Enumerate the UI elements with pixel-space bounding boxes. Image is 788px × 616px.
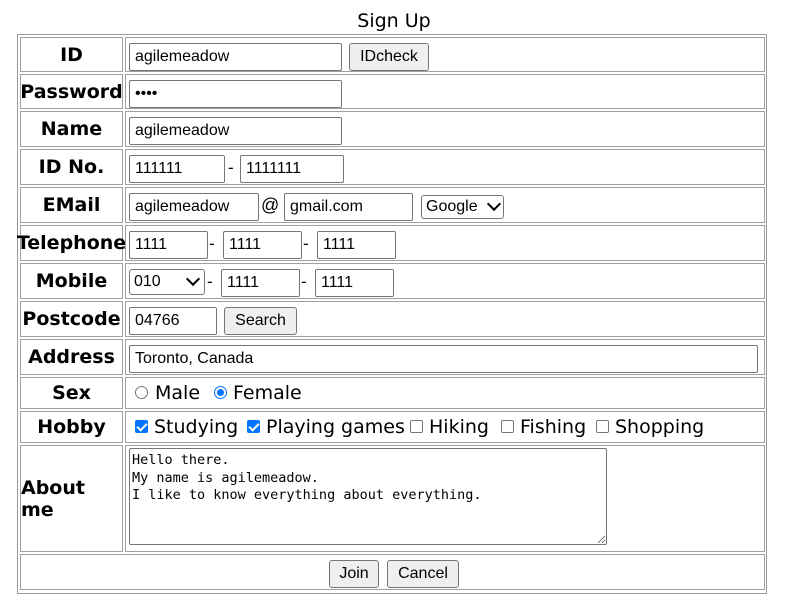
mobile-prefix-select[interactable]: 010 <box>129 269 205 295</box>
sex-field-cell: Male Female <box>125 377 765 409</box>
idno-second-input[interactable] <box>240 155 344 183</box>
postcode-input[interactable] <box>129 307 217 335</box>
idno-label: ID No. <box>20 149 123 185</box>
hobby-hiking-checkbox[interactable] <box>410 420 423 433</box>
about-field-cell: Hello there. My name is agilemeadow. I l… <box>125 445 765 552</box>
telephone-dash-2: - <box>303 234 309 253</box>
email-domain-input[interactable] <box>284 193 413 221</box>
hobby-label: Hobby <box>20 411 123 443</box>
name-input[interactable] <box>129 117 342 145</box>
id-input[interactable] <box>129 43 342 71</box>
idno-first-input[interactable] <box>129 155 225 183</box>
postcode-label: Postcode <box>20 301 123 337</box>
about-label: About me <box>20 445 123 552</box>
postcode-search-button[interactable]: Search <box>224 307 297 335</box>
telephone-dash-1: - <box>209 234 215 253</box>
hobby-playing-games-label: Playing games <box>266 416 405 438</box>
chevron-down-icon <box>185 271 201 287</box>
hobby-fishing-checkbox[interactable] <box>501 420 514 433</box>
chevron-down-icon <box>486 196 502 212</box>
email-user-input[interactable] <box>129 193 259 221</box>
email-label: EMail <box>20 187 123 223</box>
cancel-button[interactable]: Cancel <box>387 560 459 588</box>
join-button[interactable]: Join <box>329 560 379 588</box>
idno-dash: - <box>228 158 234 177</box>
address-input[interactable] <box>129 345 758 373</box>
telephone-part2-input[interactable] <box>223 231 302 259</box>
signup-form-table: ID IDcheck Password Name ID No. - EMail … <box>17 34 767 594</box>
password-field-cell <box>125 74 765 109</box>
idno-field-cell: - <box>125 149 765 185</box>
name-label: Name <box>20 111 123 147</box>
mobile-label: Mobile <box>20 263 123 299</box>
telephone-part1-input[interactable] <box>129 231 208 259</box>
sex-female-radio[interactable] <box>214 386 227 399</box>
postcode-field-cell: Search <box>125 301 765 337</box>
mobile-field-cell: 010 - - <box>125 263 765 299</box>
mobile-dash-2: - <box>301 272 307 291</box>
mobile-prefix-value: 010 <box>134 273 161 290</box>
page-title: Sign Up <box>357 10 431 32</box>
address-label: Address <box>20 339 123 375</box>
hobby-playing-games-checkbox[interactable] <box>247 420 260 433</box>
about-me-textarea[interactable]: Hello there. My name is agilemeadow. I l… <box>129 448 607 545</box>
hobby-field-cell: Studying Playing games Hiking Fishing Sh… <box>125 411 765 443</box>
hobby-shopping-label: Shopping <box>615 416 705 438</box>
telephone-part3-input[interactable] <box>317 231 396 259</box>
sex-male-label: Male <box>155 382 201 404</box>
id-field-cell: IDcheck <box>125 37 765 72</box>
id-label: ID <box>20 37 123 72</box>
hobby-studying-label: Studying <box>154 416 239 438</box>
hobby-studying-checkbox[interactable] <box>135 420 148 433</box>
address-field-cell <box>125 339 765 375</box>
mobile-part3-input[interactable] <box>315 269 394 297</box>
sex-label: Sex <box>20 377 123 409</box>
sex-male-radio[interactable] <box>135 386 148 399</box>
email-at-sign: @ <box>261 195 280 215</box>
actions-cell: Join Cancel <box>20 554 765 590</box>
sex-female-label: Female <box>233 382 302 404</box>
password-label: Password <box>20 74 123 109</box>
telephone-label: Telephone <box>17 225 126 261</box>
password-input[interactable] <box>129 80 342 108</box>
mobile-part2-input[interactable] <box>221 269 300 297</box>
idcheck-button[interactable]: IDcheck <box>349 43 429 71</box>
email-provider-select[interactable]: Google <box>421 195 504 219</box>
hobby-fishing-label: Fishing <box>520 416 587 438</box>
mobile-dash-1: - <box>207 272 213 291</box>
hobby-hiking-label: Hiking <box>429 416 489 438</box>
email-provider-value: Google <box>426 198 478 215</box>
telephone-field-cell: - - <box>125 225 765 261</box>
name-field-cell <box>125 111 765 147</box>
hobby-shopping-checkbox[interactable] <box>596 420 609 433</box>
email-field-cell: @ Google <box>125 187 765 223</box>
